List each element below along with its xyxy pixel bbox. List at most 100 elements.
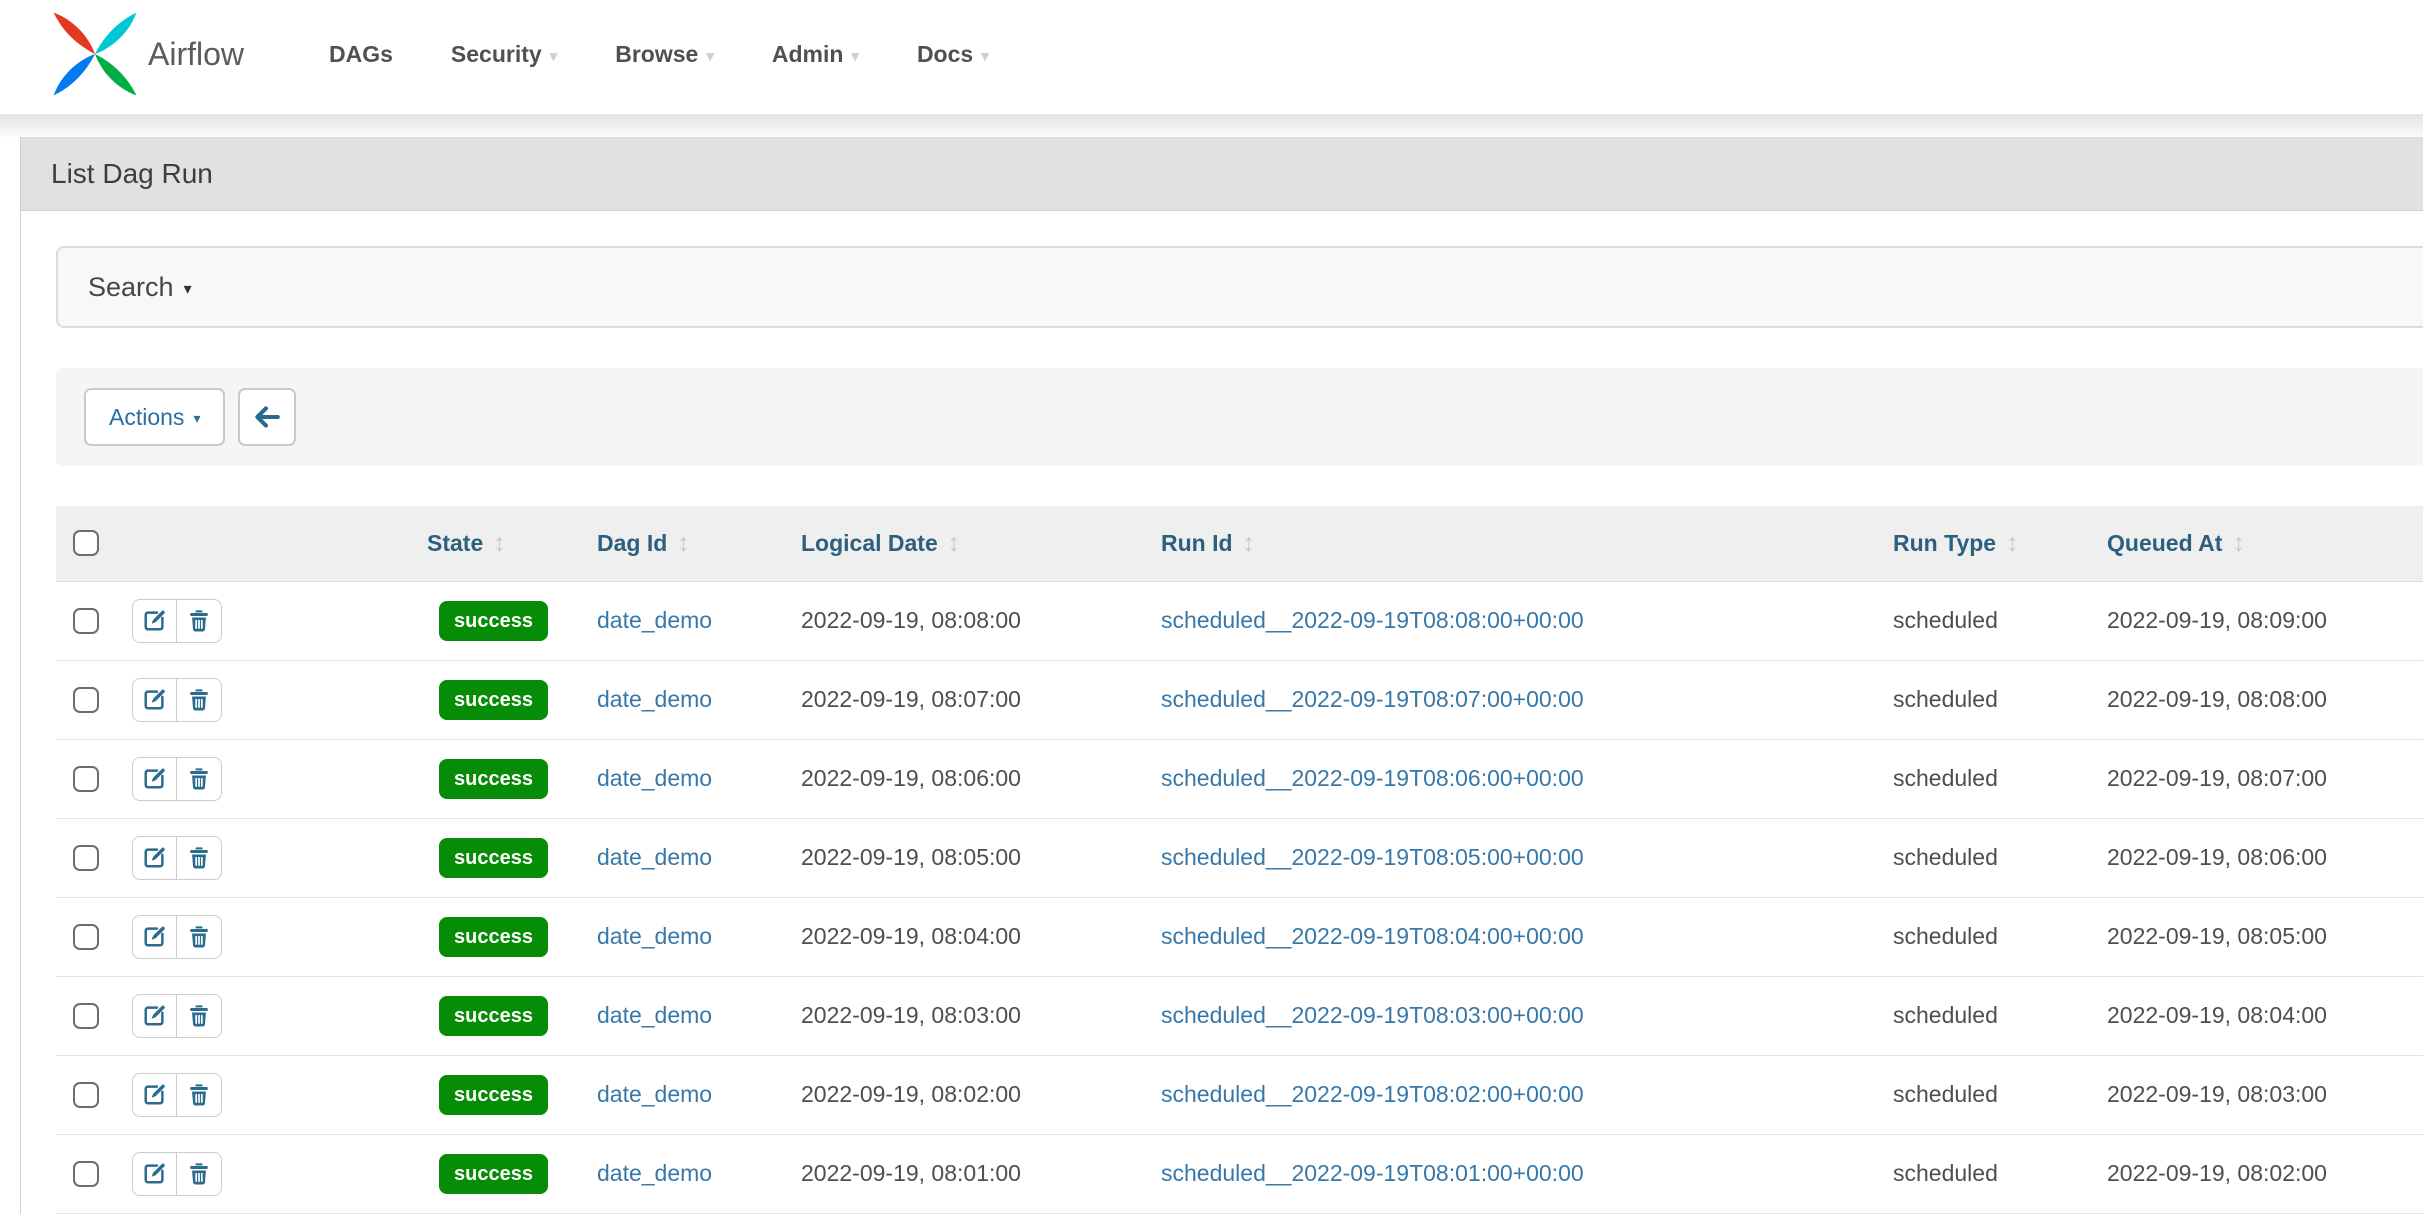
select-row-checkbox[interactable]: [73, 1003, 99, 1029]
column-header-label: Logical Date: [801, 530, 938, 556]
column-header-run-type[interactable]: Run Type↕: [1876, 506, 2090, 581]
search-label: Search: [88, 272, 174, 303]
edit-icon: [141, 1002, 168, 1029]
edit-button[interactable]: [132, 757, 177, 801]
nav-item-browse[interactable]: Browse ▾: [586, 41, 743, 68]
row-action-buttons: [132, 599, 222, 643]
run-id-link[interactable]: scheduled__2022-09-19T08:05:00+00:00: [1161, 844, 1584, 870]
column-header-dag-id[interactable]: Dag Id ↕: [580, 506, 784, 581]
select-all-checkbox[interactable]: [73, 530, 99, 556]
run-id-link[interactable]: scheduled__2022-09-19T08:01:00+00:00: [1161, 1160, 1584, 1186]
trash-icon: [186, 607, 212, 634]
nav-item-dags[interactable]: DAGs: [300, 41, 422, 68]
row-action-buttons: [132, 1152, 222, 1196]
table-row: success date_demo 2022-09-19, 08:03:00 s…: [56, 976, 2423, 1055]
delete-button[interactable]: [177, 836, 222, 880]
delete-button[interactable]: [177, 757, 222, 801]
delete-button[interactable]: [177, 1073, 222, 1117]
sort-icon: ↕: [2232, 529, 2245, 557]
select-row-checkbox[interactable]: [73, 1161, 99, 1187]
run-id-link[interactable]: scheduled__2022-09-19T08:07:00+00:00: [1161, 686, 1584, 712]
table-row: success date_demo 2022-09-19, 08:08:00 s…: [56, 581, 2423, 660]
column-header-label: Run Type: [1893, 530, 1996, 556]
column-header-state[interactable]: State↕: [410, 506, 580, 581]
edit-button[interactable]: [132, 836, 177, 880]
select-row-checkbox[interactable]: [73, 687, 99, 713]
row-actions-header: [110, 506, 410, 581]
select-row-checkbox[interactable]: [73, 608, 99, 634]
edit-button[interactable]: [132, 1073, 177, 1117]
run-id-link[interactable]: scheduled__2022-09-19T08:06:00+00:00: [1161, 765, 1584, 791]
nav-item-admin[interactable]: Admin ▾: [743, 41, 888, 68]
back-button[interactable]: [238, 388, 296, 446]
run-type-cell: scheduled: [1893, 1160, 1998, 1186]
edit-button[interactable]: [132, 678, 177, 722]
state-badge: success: [439, 838, 548, 878]
nav-item-docs[interactable]: Docs ▾: [888, 41, 1018, 68]
dag-id-link[interactable]: date_demo: [597, 844, 712, 870]
sort-icon: ↕: [948, 529, 961, 557]
state-badge: success: [439, 917, 548, 957]
nav-item-label: Browse: [615, 41, 698, 68]
run-type-cell: scheduled: [1893, 607, 1998, 633]
logical-date-cell: 2022-09-19, 08:05:00: [801, 844, 1021, 870]
delete-button[interactable]: [177, 678, 222, 722]
select-row-checkbox[interactable]: [73, 766, 99, 792]
delete-button[interactable]: [177, 599, 222, 643]
logical-date-cell: 2022-09-19, 08:01:00: [801, 1160, 1021, 1186]
nav-item-security[interactable]: Security ▾: [422, 41, 586, 68]
edit-button[interactable]: [132, 915, 177, 959]
column-header-label: Dag Id: [597, 530, 667, 556]
state-badge: success: [439, 1075, 548, 1115]
row-action-buttons: [132, 915, 222, 959]
delete-button[interactable]: [177, 994, 222, 1038]
panel-body: Search ▾ Actions ▾: [21, 211, 2423, 1214]
run-type-cell: scheduled: [1893, 765, 1998, 791]
dag-id-link[interactable]: date_demo: [597, 765, 712, 791]
run-type-cell: scheduled: [1893, 1002, 1998, 1028]
edit-icon: [141, 686, 168, 713]
run-id-link[interactable]: scheduled__2022-09-19T08:04:00+00:00: [1161, 923, 1584, 949]
edit-button[interactable]: [132, 994, 177, 1038]
column-header-queued-at[interactable]: Queued At ↕: [2090, 506, 2423, 581]
logical-date-cell: 2022-09-19, 08:08:00: [801, 607, 1021, 633]
row-action-buttons: [132, 678, 222, 722]
column-header-logical-date[interactable]: Logical Date ↕: [784, 506, 1144, 581]
dag-id-link[interactable]: date_demo: [597, 1160, 712, 1186]
nav-item-label: Docs: [917, 41, 973, 68]
delete-button[interactable]: [177, 1152, 222, 1196]
column-header-run-id[interactable]: Run Id↕: [1144, 506, 1876, 581]
row-action-buttons: [132, 757, 222, 801]
navbar-shadow-divider: [0, 114, 2423, 137]
queued-at-cell: 2022-09-19, 08:03:00: [2107, 1081, 2327, 1107]
caret-down-icon: ▾: [706, 43, 714, 65]
dag-id-link[interactable]: date_demo: [597, 1081, 712, 1107]
actions-button[interactable]: Actions ▾: [84, 388, 225, 446]
sort-icon: ↕: [677, 529, 690, 557]
column-header-label: Queued At: [2107, 530, 2222, 556]
select-row-checkbox[interactable]: [73, 924, 99, 950]
logical-date-cell: 2022-09-19, 08:03:00: [801, 1002, 1021, 1028]
dag-id-link[interactable]: date_demo: [597, 607, 712, 633]
run-id-link[interactable]: scheduled__2022-09-19T08:02:00+00:00: [1161, 1081, 1584, 1107]
arrow-left-icon: [252, 402, 282, 432]
caret-down-icon: ▾: [550, 43, 558, 65]
nav-item-label: Admin: [772, 41, 844, 68]
select-row-checkbox[interactable]: [73, 1082, 99, 1108]
edit-button[interactable]: [132, 1152, 177, 1196]
run-id-link[interactable]: scheduled__2022-09-19T08:08:00+00:00: [1161, 607, 1584, 633]
airflow-logo[interactable]: Airflow: [49, 8, 244, 100]
table-header-row: State↕ Dag Id ↕ Logical Date ↕ Run Id↕ Run…: [56, 506, 2423, 581]
run-id-link[interactable]: scheduled__2022-09-19T08:03:00+00:00: [1161, 1002, 1584, 1028]
select-row-checkbox[interactable]: [73, 845, 99, 871]
delete-button[interactable]: [177, 915, 222, 959]
dag-id-link[interactable]: date_demo: [597, 1002, 712, 1028]
dag-id-link[interactable]: date_demo: [597, 923, 712, 949]
caret-down-icon: ▾: [184, 275, 192, 299]
edit-icon: [141, 844, 168, 871]
dag-id-link[interactable]: date_demo: [597, 686, 712, 712]
panel-header: List Dag Run: [21, 138, 2423, 211]
search-dropdown[interactable]: Search ▾: [56, 246, 2423, 328]
dag-run-table: State↕ Dag Id ↕ Logical Date ↕ Run Id↕ Run…: [56, 506, 2423, 1214]
edit-button[interactable]: [132, 599, 177, 643]
